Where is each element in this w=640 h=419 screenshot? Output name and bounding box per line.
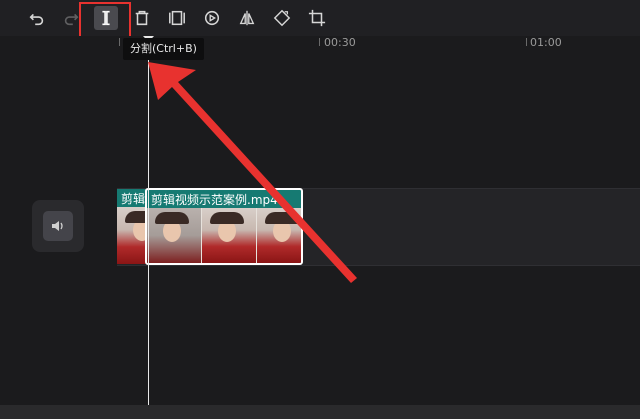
clip-thumbnail	[117, 207, 147, 264]
ruler-label-60s: 01:00	[530, 36, 562, 49]
clip-main-title: 剪辑视频示范案例.mp4	[151, 193, 278, 207]
clip-thumbnail	[257, 208, 301, 263]
clip-left-thumbnails	[117, 207, 147, 264]
clip-thumbnail	[147, 208, 202, 263]
clip-left-title: 剪辑	[121, 192, 146, 206]
mirror-button[interactable]	[235, 6, 259, 30]
trash-icon	[135, 10, 149, 26]
timeline-scrollbar[interactable]	[0, 405, 640, 419]
reverse-button[interactable]	[200, 6, 224, 30]
split-tooltip: 分割(Ctrl+B)	[123, 38, 204, 60]
ruler-tick	[526, 38, 527, 46]
timeline-ruler[interactable]: 00:30 01:00	[0, 36, 640, 50]
ruler-label-30s: 00:30	[324, 36, 356, 49]
crop-icon	[308, 9, 326, 27]
redo-icon	[64, 13, 79, 26]
rotate-button[interactable]	[270, 6, 294, 30]
video-clip-left[interactable]: 剪辑	[117, 189, 147, 264]
reverse-play-icon	[204, 10, 220, 26]
undo-icon	[29, 13, 44, 26]
delete-button[interactable]	[130, 6, 154, 30]
video-clip-main[interactable]: 剪辑视频示范案例.mp4	[145, 188, 303, 265]
track-audio-toggle-inner	[43, 211, 73, 241]
freeze-frame-icon	[169, 10, 185, 26]
ruler-tick	[319, 38, 320, 46]
rotate-icon	[273, 9, 291, 27]
clip-thumbnail	[202, 208, 257, 263]
ruler-tick	[119, 38, 120, 46]
undo-button[interactable]	[25, 6, 49, 30]
track-audio-toggle[interactable]	[32, 200, 84, 252]
mirror-icon	[239, 10, 255, 26]
clip-main-thumbnails	[147, 208, 301, 263]
crop-button[interactable]	[305, 6, 329, 30]
freeze-button[interactable]	[165, 6, 189, 30]
playhead-line[interactable]	[148, 40, 149, 405]
audio-muted-speaker-icon	[52, 221, 63, 231]
